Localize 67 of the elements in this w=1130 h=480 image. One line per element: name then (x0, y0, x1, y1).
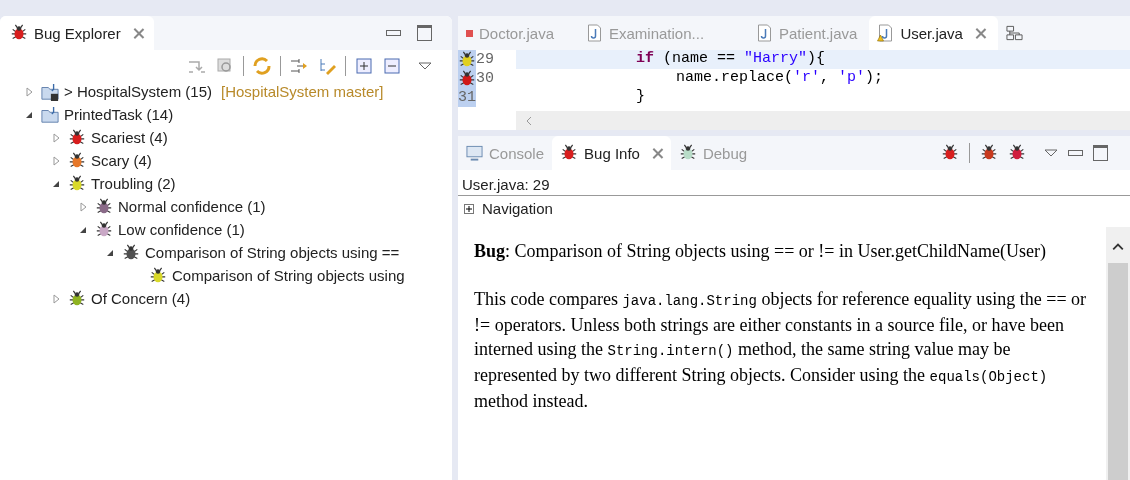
minimize-icon[interactable] (1068, 150, 1083, 156)
dropdown-icon[interactable] (1044, 148, 1058, 158)
bug-description: This code compares java.lang.String objects for reference equality using the == or != operators. Unless both strings are either constants in a source file, or have been interned using the String.intern() method, the same string value may be represented by two different String objects. Consider using the equals(Object) method instead. (474, 288, 1088, 413)
tree-item[interactable]: Comparison of String objects using (172, 264, 405, 287)
scroll-thumb[interactable] (1108, 263, 1128, 480)
dropdown-icon[interactable] (418, 61, 432, 71)
tree-item[interactable]: Low confidence (1) (118, 218, 245, 241)
monitor-icon (466, 144, 483, 162)
bug-icon (122, 243, 140, 262)
tree-item[interactable]: Of Concern (4) (91, 287, 191, 310)
tree-item[interactable]: > HospitalSystem (15) (64, 80, 212, 103)
tree-item[interactable]: Scary (4) (91, 149, 152, 172)
scroll-left-icon[interactable] (524, 115, 534, 126)
square-icon (466, 29, 473, 37)
location-label: User.java: 29 (458, 170, 1130, 196)
java-file-icon (877, 24, 895, 42)
close-icon[interactable] (132, 27, 144, 39)
tree-item[interactable]: Troubling (2) (91, 172, 176, 195)
bug-icon (458, 69, 476, 88)
tree-item[interactable]: Comparison of String objects using == (145, 241, 400, 264)
bug-icon (68, 174, 86, 193)
maximize-icon[interactable] (417, 25, 432, 41)
tree-item[interactable]: Normal confidence (1) (118, 195, 266, 218)
tree-item[interactable]: Scariest (4) (91, 126, 168, 149)
expand-icon[interactable] (464, 203, 474, 214)
folder-icon (41, 105, 59, 124)
line-number: 30 (476, 70, 494, 87)
tree-item[interactable]: PrintedTask (14) (64, 103, 174, 126)
bug-icon (1008, 144, 1026, 162)
line-number: 31 (458, 89, 476, 106)
bug-icon (10, 24, 28, 42)
collapse-all-icon[interactable] (382, 56, 402, 76)
expand-all-icon[interactable] (354, 56, 374, 76)
code-line: } (635, 88, 645, 105)
editor-tab[interactable]: User.java (869, 16, 998, 50)
scroll-up-icon[interactable] (1112, 241, 1124, 253)
close-icon[interactable] (651, 147, 663, 159)
java-file-icon (756, 24, 773, 42)
vertical-scrollbar[interactable] (1106, 227, 1130, 480)
branch-label: [HospitalSystem master] (221, 82, 384, 102)
bug-icon (458, 50, 476, 69)
bug-title: Bug: Comparison of String objects using == or != in User.getChildName(User) (474, 240, 1047, 263)
bug-icon (95, 220, 113, 239)
bug-icon (149, 266, 167, 285)
bug-icon (95, 197, 113, 216)
code-line: if (name == "Harry"){ (635, 50, 826, 67)
section-label[interactable]: Navigation (482, 200, 553, 217)
hierarchy-icon (1005, 24, 1023, 42)
bug-icon (68, 289, 86, 308)
bug-icon (678, 144, 697, 162)
view-tab[interactable]: Bug Info (552, 136, 671, 170)
line-number: 29 (476, 51, 494, 68)
close-icon[interactable] (974, 27, 986, 39)
code-line: name.replace('r', 'p'); (675, 69, 884, 86)
horizontal-scrollbar[interactable] (516, 111, 1130, 130)
folder-icon (41, 82, 59, 101)
maximize-icon[interactable] (1093, 145, 1108, 161)
pencil-icon[interactable] (317, 56, 337, 76)
minimize-icon[interactable] (386, 30, 401, 36)
bug-icon (68, 151, 86, 170)
bug-icon (980, 144, 998, 162)
view-tab[interactable]: Bug Explorer (0, 16, 154, 50)
bug-icon (560, 144, 579, 162)
java-file-icon (586, 24, 603, 42)
bug-icon (68, 128, 86, 147)
refresh-icon[interactable] (252, 56, 272, 76)
bug-icon (941, 144, 959, 162)
